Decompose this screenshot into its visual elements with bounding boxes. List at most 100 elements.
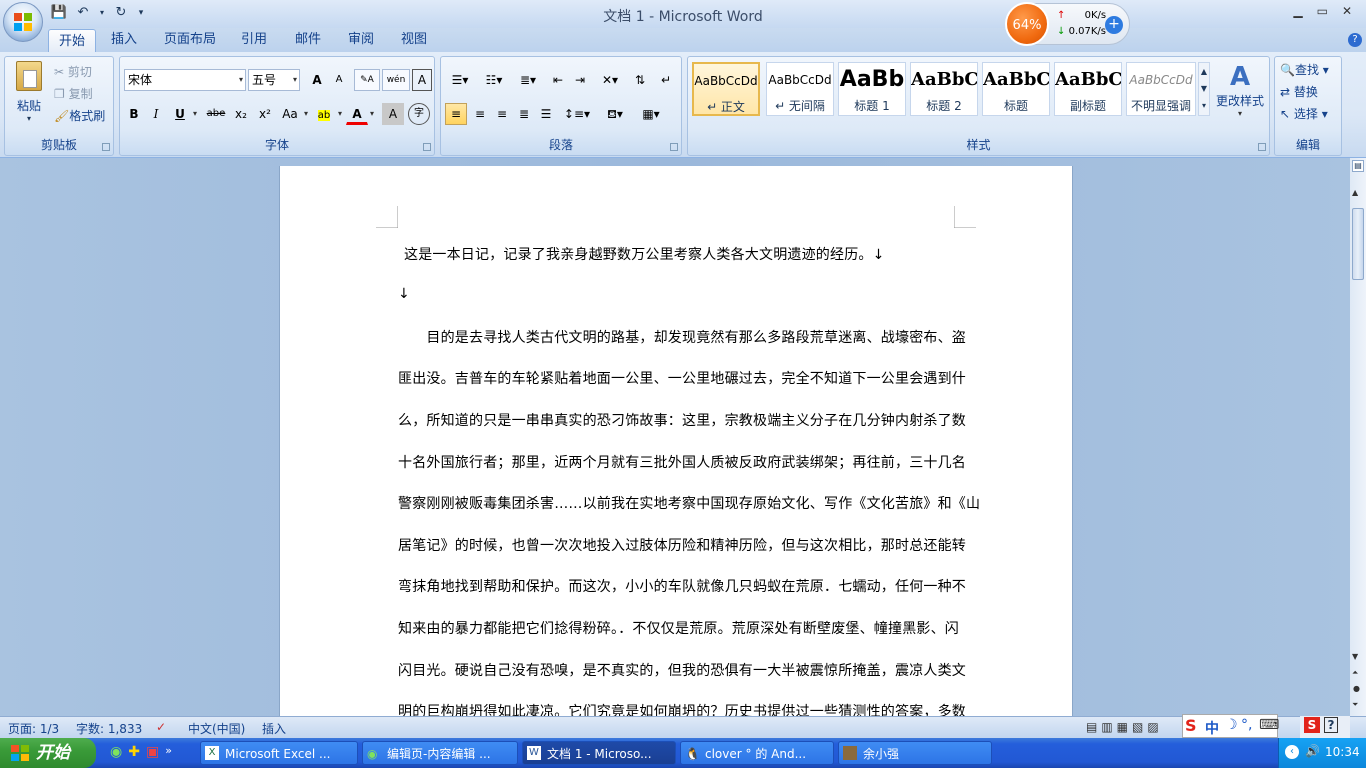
cut-button[interactable]: ✂ 剪切 (53, 61, 113, 83)
style-subtitle[interactable]: AaBbC 副标题 (1054, 62, 1122, 116)
strikethrough-button[interactable]: abe (204, 103, 228, 125)
punct-icon[interactable]: °, (1241, 717, 1252, 733)
change-case-dropdown-icon[interactable]: ▾ (302, 103, 310, 125)
more-launch-icon[interactable]: » (165, 744, 172, 760)
copy-button[interactable]: ❐ 复制 (53, 83, 113, 105)
font-color-button[interactable]: A (346, 103, 368, 125)
change-case-button[interactable]: Aa (278, 103, 302, 125)
word-count[interactable]: 字数: 1,833 (76, 720, 142, 737)
align-center-button[interactable]: ≡ (469, 103, 491, 125)
insert-mode[interactable]: 插入 (262, 720, 286, 737)
style-title[interactable]: AaBbC 标题 (982, 62, 1050, 116)
prev-page-icon[interactable]: ⏶ (1352, 668, 1358, 678)
ime-help-icon[interactable]: ? (1324, 717, 1338, 733)
style-no-spacing[interactable]: AaBbCcDd ↵ 无间隔 (766, 62, 834, 116)
minimize-icon[interactable]: ▁ (1293, 4, 1302, 18)
tab-home[interactable]: 开始 (48, 29, 96, 53)
app-icon[interactable]: ▣ (146, 744, 159, 760)
help-icon[interactable]: ? (1348, 33, 1362, 47)
find-button[interactable]: 🔍查找 ▾ (1279, 59, 1341, 81)
ime-toolbar[interactable]: S 中 ☽ °, ⌨ (1182, 714, 1279, 738)
clipboard-launcher-icon[interactable] (102, 143, 110, 151)
clear-format-button[interactable]: ✎A (354, 69, 380, 91)
browse-object-icon[interactable]: ● (1353, 684, 1360, 693)
superscript-button[interactable]: x² (254, 103, 276, 125)
next-page-icon[interactable]: ⏷ (1352, 700, 1358, 710)
taskbar-browser[interactable]: ◉ 编辑页-内容编辑 ... (362, 741, 518, 765)
font-launcher-icon[interactable] (423, 143, 431, 151)
clock[interactable]: 10:34 (1325, 745, 1360, 759)
distribute-button[interactable]: ☰ (535, 103, 557, 125)
keyboard-icon[interactable]: ⌨ (1259, 717, 1279, 733)
grow-font-button[interactable]: A (306, 69, 328, 91)
font-color-dropdown-icon[interactable]: ▾ (368, 103, 376, 125)
char-border-button[interactable]: A (412, 69, 432, 91)
ruler-toggle-icon[interactable]: ▤ (1352, 160, 1364, 172)
sogou-s-icon[interactable]: S (1304, 717, 1320, 733)
font-size-box[interactable]: 五号 ▾ (248, 69, 300, 91)
close-icon[interactable]: ✕ (1342, 4, 1352, 18)
sort-button[interactable]: ⇅ (629, 69, 651, 91)
tab-mailings[interactable]: 邮件 (288, 28, 328, 52)
ime-mode[interactable]: 中 (1205, 718, 1219, 738)
bold-button[interactable]: B (124, 103, 144, 125)
change-styles-button[interactable]: A 更改样式 ▾ (1212, 62, 1268, 126)
scroll-up-icon[interactable]: ▲ (1352, 188, 1358, 197)
replace-button[interactable]: ⇄ 替换 (1279, 81, 1341, 103)
tab-page-layout[interactable]: 页面布局 (158, 28, 222, 52)
multilevel-list-button[interactable]: ≣▾ (513, 69, 543, 91)
maximize-icon[interactable]: ▭ (1317, 4, 1328, 18)
page-count[interactable]: 页面: 1/3 (8, 720, 59, 737)
browser-icon[interactable]: ◉ (110, 744, 122, 760)
paste-button[interactable]: 粘贴 ▾ (11, 59, 47, 131)
tab-insert[interactable]: 插入 (104, 28, 144, 52)
line-spacing-button[interactable]: ↕≡▾ (561, 103, 593, 125)
shading-button[interactable]: ⛾▾ (599, 103, 631, 125)
taskbar-excel[interactable]: X Microsoft Excel ... (200, 741, 358, 765)
underline-button[interactable]: U (170, 103, 190, 125)
font-name-dropdown-icon[interactable]: ▾ (239, 70, 243, 90)
numbering-button[interactable]: ☷▾ (479, 69, 509, 91)
phonetic-guide-button[interactable]: wén (382, 69, 410, 91)
tray-expand-icon[interactable]: ‹ (1285, 745, 1299, 759)
subscript-button[interactable]: x₂ (230, 103, 252, 125)
moon-icon[interactable]: ☽ (1225, 717, 1238, 733)
align-left-button[interactable]: ≡ (445, 103, 467, 125)
vertical-scrollbar[interactable]: ▤ ▲ ▼ ⏶ ● ⏷ (1350, 158, 1366, 716)
tab-references[interactable]: 引用 (234, 28, 274, 52)
view-buttons-icon[interactable]: ▤▥▦▧▨ (1086, 720, 1163, 734)
char-shading-button[interactable]: A (382, 103, 404, 125)
increase-indent-button[interactable]: ⇥ (569, 69, 591, 91)
tab-review[interactable]: 审阅 (341, 28, 381, 52)
tab-view[interactable]: 视图 (394, 28, 434, 52)
style-heading-1[interactable]: AaBb 标题 1 (838, 62, 906, 116)
scroll-thumb[interactable] (1352, 208, 1364, 280)
select-button[interactable]: ↖ 选择 ▾ (1279, 103, 1341, 125)
gallery-down-icon[interactable]: ▼ (1199, 80, 1209, 97)
font-name-box[interactable]: 宋体 ▾ (124, 69, 246, 91)
styles-gallery-scroll[interactable]: ▲ ▼ ▾ (1198, 62, 1210, 116)
scroll-down-icon[interactable]: ▼ (1352, 652, 1358, 661)
highlight-button[interactable]: ab (312, 103, 336, 125)
proofing-icon[interactable]: ✓ (156, 720, 166, 734)
paragraph-launcher-icon[interactable] (670, 143, 678, 151)
styles-launcher-icon[interactable] (1258, 143, 1266, 151)
office-button[interactable] (3, 2, 43, 42)
volume-icon[interactable]: 🔊 (1305, 744, 1320, 758)
asian-layout-button[interactable]: ✕▾ (595, 69, 625, 91)
shrink-font-button[interactable]: A (328, 69, 350, 91)
plus-icon[interactable]: + (1105, 16, 1123, 34)
decrease-indent-button[interactable]: ⇤ (547, 69, 569, 91)
justify-button[interactable]: ≣ (513, 103, 535, 125)
align-right-button[interactable]: ≡ (491, 103, 513, 125)
style-heading-2[interactable]: AaBbC 标题 2 (910, 62, 978, 116)
gallery-more-icon[interactable]: ▾ (1199, 97, 1209, 114)
gallery-up-icon[interactable]: ▲ (1199, 63, 1209, 80)
italic-button[interactable]: I (146, 103, 166, 125)
taskbar-qq[interactable]: 🐧 clover ° 的 And... (680, 741, 834, 765)
underline-dropdown-icon[interactable]: ▾ (190, 103, 200, 125)
font-size-dropdown-icon[interactable]: ▾ (293, 70, 297, 90)
bullets-button[interactable]: ☰▾ (445, 69, 475, 91)
enclose-char-button[interactable]: 字 (408, 103, 430, 125)
style-normal[interactable]: AaBbCcDd ↵ 正文 (692, 62, 760, 116)
